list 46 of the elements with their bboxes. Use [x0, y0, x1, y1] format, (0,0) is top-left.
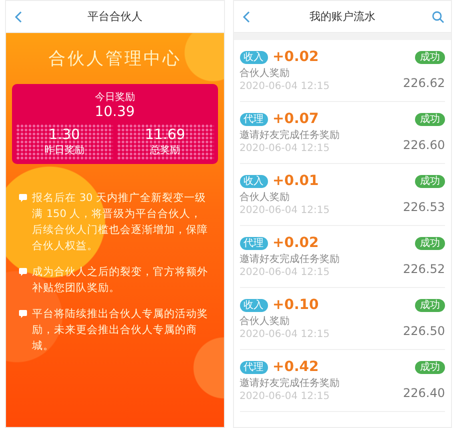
entry-description: 合伙人奖励: [240, 191, 290, 204]
type-tag: 收入: [240, 174, 268, 188]
stat-value: 1.30: [48, 127, 80, 143]
status-tag: 成功: [415, 237, 445, 250]
entry-description: 邀请好友完成任务奖励: [240, 376, 340, 390]
entry-description: 合伙人奖励: [240, 315, 290, 328]
balance: 226.62: [403, 76, 445, 90]
chat-bubble-icon: [18, 267, 28, 277]
balance: 226.53: [403, 200, 445, 214]
chat-bubble-icon: [18, 193, 28, 203]
type-tag: 代理: [240, 236, 268, 250]
entry-description: 邀请好友完成任务奖励: [240, 128, 340, 142]
balance: 226.40: [403, 386, 445, 400]
today-label: 今日奖励: [94, 91, 135, 104]
balance: 226.60: [403, 138, 445, 152]
entry-description: 邀请好友完成任务奖励: [240, 252, 340, 266]
stat-label: 总奖励: [150, 144, 180, 157]
balance: 226.52: [403, 262, 445, 276]
stat-label: 昨日奖励: [44, 144, 84, 157]
type-tag: 收入: [240, 298, 268, 312]
page-heading: 合伙人管理中心: [48, 48, 182, 70]
note-text: 平台将陆续推出合伙人专属的活动奖励，未来更会推出合伙人专属的商城。: [32, 307, 209, 354]
screen-title: 平台合伙人: [87, 9, 142, 24]
screen-title: 我的账户流水: [309, 9, 376, 24]
amount: +0.10: [272, 297, 319, 313]
search-icon[interactable]: [431, 10, 445, 24]
stat-value: 11.69: [145, 127, 186, 143]
status-tag: 成功: [415, 113, 445, 126]
status-tag: 成功: [415, 175, 445, 188]
note-text: 成为合伙人之后的裂变，官方将额外补贴您团队奖励。: [32, 265, 209, 296]
status-tag: 成功: [415, 299, 445, 312]
type-tag: 代理: [240, 360, 268, 374]
entry-description: 合伙人奖励: [240, 67, 290, 80]
status-tag: 成功: [415, 361, 445, 374]
chat-bubble-icon: [18, 309, 28, 319]
type-tag: 收入: [240, 50, 268, 64]
amount: +0.02: [272, 235, 319, 251]
amount: +0.02: [272, 49, 319, 65]
amount: +0.07: [272, 111, 319, 127]
amount: +0.42: [272, 359, 319, 375]
today-value: 10.39: [94, 104, 135, 120]
status-tag: 成功: [415, 51, 445, 64]
amount: +0.01: [272, 173, 319, 189]
type-tag: 代理: [240, 112, 268, 126]
note-text: 报名后在 30 天内推广全新裂变一级满 150 人，将晋级为平台合伙人，后续合伙人门槛也会逐渐增加，保障合伙人权益。: [32, 191, 209, 254]
balance: 226.50: [403, 324, 445, 338]
